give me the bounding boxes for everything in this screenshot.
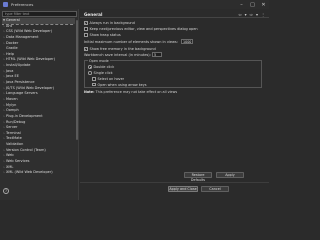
note-body: This preference may not take effect on a… <box>94 90 178 94</box>
show-heap-checkbox[interactable] <box>84 33 88 37</box>
workbench-save-label: Workbench save interval (in minutes): <box>84 53 151 57</box>
select-on-hover-label: Select on hover <box>97 77 125 81</box>
page-title: General <box>84 11 103 17</box>
tree-item[interactable]: › XML (Wild Web Developer) <box>2 170 77 176</box>
initial-max-row: Initial maximum number of elements shown… <box>84 40 178 44</box>
single-click-option[interactable]: Single click <box>88 71 113 75</box>
keep-next-prev-label: Keep next/previous editor, view and pers… <box>89 27 198 31</box>
note-label: Note: <box>84 90 95 94</box>
keep-next-prev-option[interactable]: Keep next/previous editor, view and pers… <box>84 27 198 31</box>
double-click-label: Double click <box>93 65 115 69</box>
open-mode-label: Open mode <box>88 58 110 63</box>
maximize-icon[interactable]: □ <box>247 0 258 9</box>
show-free-memory-option[interactable]: ✓ Show free memory in the background <box>84 47 156 51</box>
window-title: Preferences <box>11 2 34 7</box>
preferences-tree: ▼ General › Ant › CSS (Wild Web Developer) › Da… <box>2 18 77 195</box>
back-menu-icon[interactable]: ▾ <box>245 12 247 17</box>
show-free-memory-checkbox[interactable]: ✓ <box>84 47 88 51</box>
always-run-bg-option[interactable]: ✓ Always run in background <box>84 21 135 25</box>
forward-arrow-icon[interactable]: ⇨ <box>250 12 253 17</box>
select-on-hover-checkbox[interactable] <box>92 77 96 81</box>
tree-scrollbar[interactable] <box>75 18 78 195</box>
show-free-memory-label: Show free memory in the background <box>89 47 156 51</box>
show-heap-label: Show heap status <box>89 33 121 37</box>
single-click-label: Single click <box>93 71 113 75</box>
double-click-radio[interactable] <box>88 65 92 69</box>
double-click-option[interactable]: Double click <box>88 65 114 69</box>
note-text: Note: This preference may not take effec… <box>84 90 177 94</box>
open-when-arrow-option[interactable]: Open when using arrow keys <box>92 83 146 87</box>
minimize-icon[interactable]: – <box>236 0 247 9</box>
open-when-arrow-checkbox[interactable] <box>92 82 96 87</box>
title-bar: Preferences – □ ✕ <box>0 0 269 9</box>
apply-button[interactable]: Apply <box>216 172 244 178</box>
cancel-button[interactable]: Cancel <box>201 186 229 192</box>
apply-and-close-button[interactable]: Apply and Close <box>168 186 198 192</box>
tree-item-label: XML (Wild Web Developer) <box>6 170 53 175</box>
filter-input[interactable]: type filter text <box>2 11 77 17</box>
close-icon[interactable]: ✕ <box>258 0 269 9</box>
keep-next-prev-checkbox[interactable] <box>84 27 88 31</box>
preference-page: General ⇦ ▾ ⇨ ▾ ⋮ ✓ Always run in backgr… <box>80 9 269 200</box>
initial-max-label: Initial maximum number of elements shown… <box>84 40 178 44</box>
open-mode-group: Open mode Double click Single click Sele… <box>84 58 262 88</box>
scrollbar-thumb[interactable] <box>75 20 78 140</box>
select-on-hover-option[interactable]: Select on hover <box>92 77 124 81</box>
show-heap-option[interactable]: Show heap status <box>84 33 121 37</box>
app-icon <box>3 2 8 7</box>
initial-max-input[interactable]: 1000 <box>181 39 193 44</box>
always-run-bg-label: Always run in background <box>89 21 135 25</box>
restore-defaults-button[interactable]: Restore Defaults <box>184 172 212 182</box>
page-header: General ⇦ ▾ ⇨ ▾ ⋮ <box>80 11 269 18</box>
open-when-arrow-label: Open when using arrow keys <box>97 82 147 87</box>
preferences-nav: type filter text ▼ General › Ant › CSS (Wild … <box>0 9 79 200</box>
back-arrow-icon[interactable]: ⇦ <box>238 12 241 17</box>
view-menu-icon[interactable]: ⋮ <box>261 12 265 17</box>
single-click-radio[interactable] <box>88 71 92 75</box>
always-run-bg-checkbox[interactable]: ✓ <box>84 21 88 25</box>
workbench-save-input[interactable]: 5 <box>152 52 162 57</box>
help-icon[interactable]: ? <box>3 188 9 194</box>
forward-menu-icon[interactable]: ▾ <box>256 12 258 17</box>
workbench-save-row: Workbench save interval (in minutes): <box>84 53 151 57</box>
footer-divider <box>80 182 269 183</box>
